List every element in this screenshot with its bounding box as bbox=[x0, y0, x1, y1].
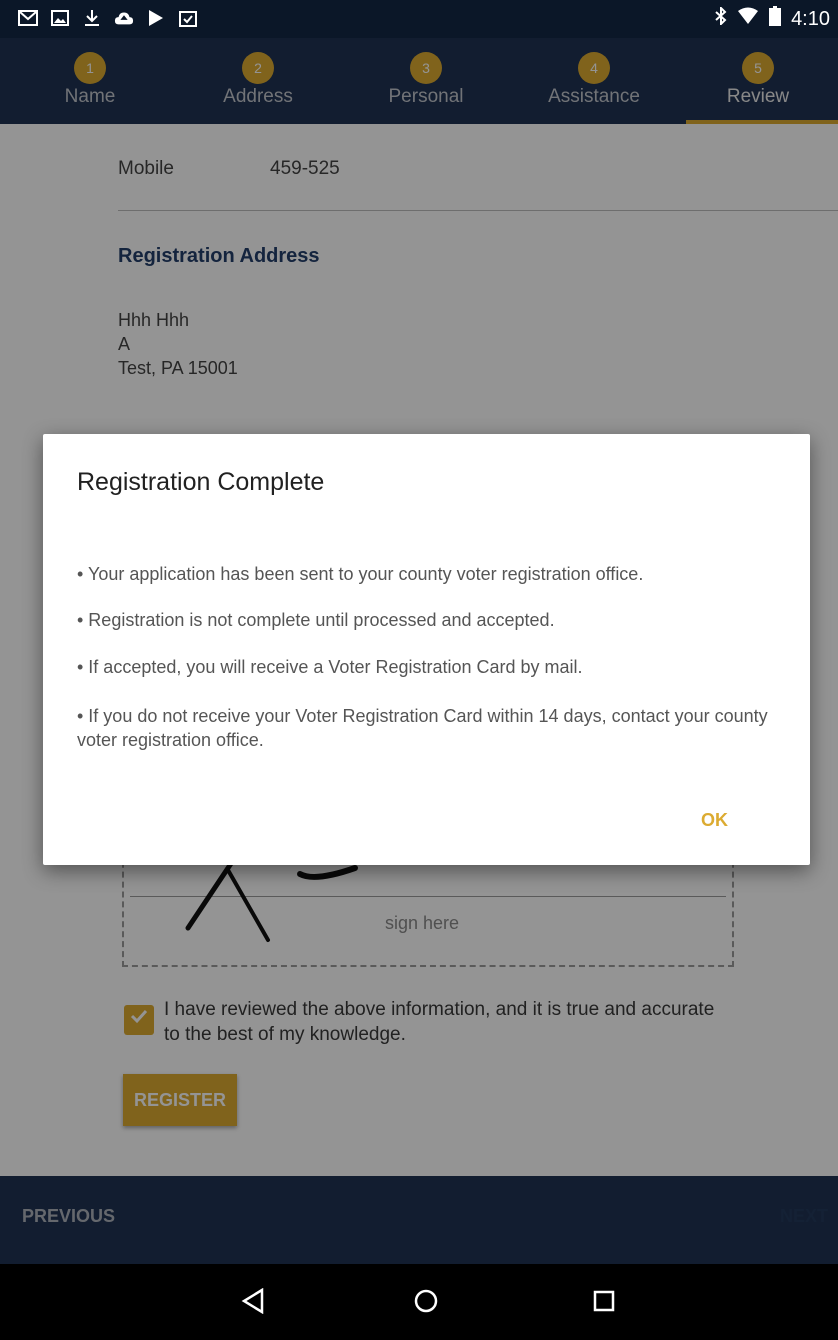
registration-complete-dialog: Registration Complete • Your application… bbox=[43, 434, 810, 865]
gmail-icon bbox=[18, 8, 38, 28]
home-icon[interactable] bbox=[409, 1284, 443, 1318]
back-icon[interactable] bbox=[236, 1284, 270, 1318]
clipboard-check-icon bbox=[178, 8, 198, 28]
ok-button[interactable]: OK bbox=[701, 810, 728, 831]
system-navigation-bar bbox=[0, 1264, 838, 1340]
recents-icon[interactable] bbox=[587, 1284, 621, 1318]
download-icon bbox=[82, 8, 102, 28]
battery-icon bbox=[769, 6, 782, 32]
dialog-bullet: • If accepted, you will receive a Voter … bbox=[77, 657, 583, 677]
clock: 4:10 bbox=[791, 7, 830, 30]
dialog-bullet: • If you do not receive your Voter Regis… bbox=[77, 706, 768, 750]
dialog-title: Registration Complete bbox=[77, 468, 325, 496]
play-store-icon bbox=[146, 8, 166, 28]
dialog-bullet: • Your application has been sent to your… bbox=[77, 564, 644, 584]
status-bar: 4:10 bbox=[0, 0, 838, 38]
cloud-upload-icon bbox=[114, 8, 134, 28]
bluetooth-icon bbox=[715, 5, 727, 31]
gallery-icon bbox=[50, 8, 70, 28]
wifi-icon bbox=[737, 7, 759, 31]
dialog-bullet: • Registration is not complete until pro… bbox=[77, 610, 555, 630]
